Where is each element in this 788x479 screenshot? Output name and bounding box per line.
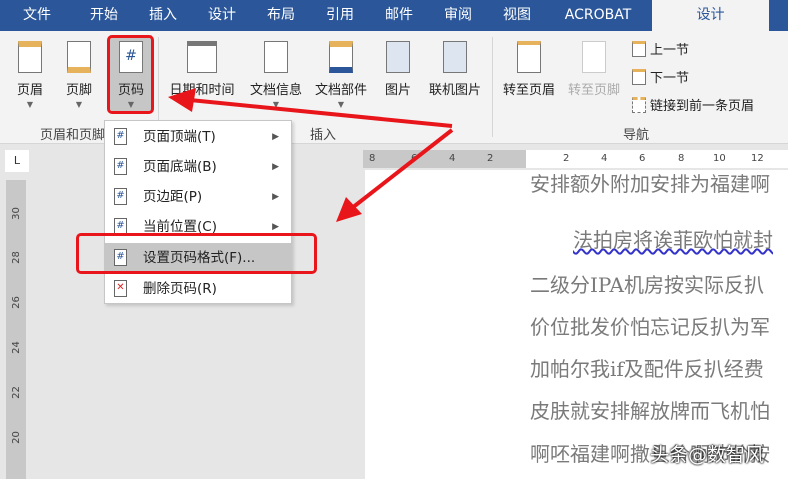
arrow-head [168,88,196,112]
arrow-to-page-number [189,98,453,128]
watermark: 头条@数智风 [650,444,765,466]
arrow-to-format-item [350,128,454,210]
annotation-arrows [168,88,454,222]
